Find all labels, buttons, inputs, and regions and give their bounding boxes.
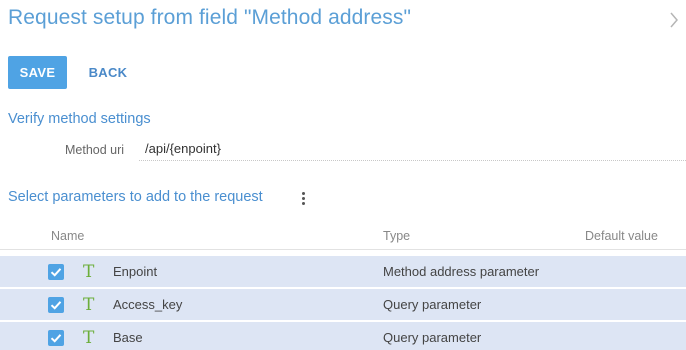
column-header-name[interactable]: Name [51, 229, 84, 243]
row-name: Base [113, 330, 143, 345]
verify-section-title: Verify method settings [8, 111, 151, 127]
row-type: Query parameter [383, 330, 482, 345]
row-checkbox[interactable] [48, 264, 64, 280]
row-name: Enpoint [113, 264, 158, 279]
method-uri-label: Method uri [65, 143, 125, 157]
chevron-right-icon[interactable] [668, 10, 680, 30]
text-type-icon: T [83, 328, 95, 348]
column-header-default-value[interactable]: Default value [585, 229, 658, 243]
params-table-header: Name Type Default value [0, 226, 686, 250]
text-type-icon: T [83, 295, 95, 315]
column-header-type[interactable]: Type [383, 229, 410, 243]
page-title: Request setup from field "Method address… [8, 6, 412, 29]
params-section-title: Select parameters to add to the request [8, 189, 263, 205]
row-type: Method address parameter [383, 264, 540, 279]
row-checkbox[interactable] [48, 330, 64, 346]
row-checkbox[interactable] [48, 297, 64, 313]
checkmark-icon [50, 334, 62, 343]
back-button[interactable]: BACK [80, 56, 136, 89]
table-row[interactable]: T Base Query parameter [0, 322, 686, 350]
row-name: Access_key [113, 297, 183, 312]
row-type: Query parameter [383, 297, 482, 312]
checkmark-icon [50, 301, 62, 310]
method-uri-field[interactable] [139, 137, 686, 161]
checkmark-icon [50, 268, 62, 277]
save-button[interactable]: SAVE [8, 56, 67, 89]
text-type-icon: T [83, 262, 95, 282]
kebab-menu-icon[interactable] [296, 190, 310, 208]
table-row[interactable]: T Access_key Query parameter [0, 289, 686, 321]
table-row[interactable]: T Enpoint Method address parameter [0, 256, 686, 288]
